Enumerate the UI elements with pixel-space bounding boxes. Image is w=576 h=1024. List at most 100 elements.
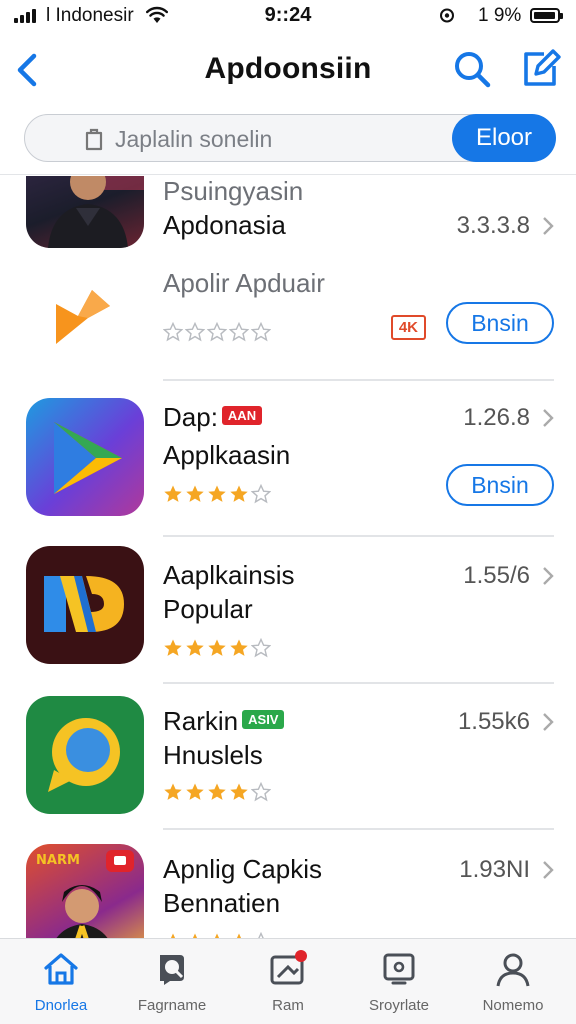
icon-text: NARM <box>36 853 80 868</box>
app-name: Aaplkainsis <box>163 560 295 590</box>
star-empty-icon <box>251 322 271 342</box>
app-size: 1.93NI <box>459 856 530 883</box>
status-bar: l Indonesir 9::24 1 9% <box>0 0 576 34</box>
notification-dot <box>295 950 307 962</box>
star-filled-icon <box>186 485 204 502</box>
star-filled-icon <box>208 639 226 656</box>
row-separator <box>163 828 554 830</box>
app-name: Apdonasia <box>163 210 286 240</box>
app-name: Rarkin <box>163 706 239 736</box>
star-filled-icon <box>164 783 182 800</box>
profile-icon <box>496 953 530 987</box>
app-store-screen: l Indonesir 9::24 1 9% Apdoonsiin Japlal… <box>0 0 576 1024</box>
tab-apps[interactable]: Ram <box>233 949 343 1014</box>
chevron-right-icon <box>543 409 554 427</box>
star-empty-icon <box>207 322 227 342</box>
star-filled-icon <box>230 485 248 502</box>
app-name: Apnlig Capkis <box>163 854 322 884</box>
app-category: Dap: AAN <box>163 402 263 433</box>
search-submit-button[interactable]: Eloor <box>452 114 556 162</box>
list-item[interactable]: Aaplkainsis Popular 1.55/6 <box>0 546 576 686</box>
compose-icon[interactable] <box>518 46 562 90</box>
tab-search[interactable]: Fagrname <box>117 949 227 1014</box>
tab-label: Fagrname <box>137 997 207 1014</box>
app-badge: 4K <box>390 315 426 340</box>
star-filled-icon <box>164 639 182 656</box>
star-empty-icon <box>251 638 271 658</box>
app-list: Psuingyasin Apdonasia 3.3.3.8 Apolir Apd… <box>0 176 576 938</box>
star-filled-icon <box>208 485 226 502</box>
tab-label: Sroyrlate <box>368 997 430 1014</box>
chevron-right-icon <box>543 567 554 585</box>
app-size: 1.55/6 <box>463 562 530 589</box>
star-empty-icon <box>163 322 183 342</box>
get-button[interactable]: Bnsin <box>446 302 554 344</box>
star-empty-icon <box>251 782 271 802</box>
app-category: Bennatien <box>163 888 281 918</box>
app-name-row: Rarkin ASIV <box>163 706 285 737</box>
star-empty-icon <box>229 322 249 342</box>
home-icon <box>44 953 78 985</box>
app-size: 3.3.3.8 <box>456 212 530 239</box>
tab-updates[interactable]: Sroyrlate <box>344 949 454 1014</box>
chat-bubble-icon <box>26 696 144 814</box>
chevron-right-icon <box>543 217 554 235</box>
row-separator <box>163 682 554 684</box>
alarm-icon <box>440 8 454 23</box>
search-input[interactable]: Japlalin sonelin <box>24 114 494 162</box>
app-category: Hnuslels <box>163 740 263 770</box>
star-filled-icon <box>186 783 204 800</box>
tab-bar: Dnorlea Fagrname Ram Sroyrlate Nomemo <box>0 938 576 1024</box>
tab-label: Dnorlea <box>34 997 88 1014</box>
search-tab-icon <box>160 955 184 985</box>
app-category-label: Dap: <box>163 402 218 432</box>
rating-stars <box>163 638 271 658</box>
star-filled-icon <box>208 783 226 800</box>
tab-home[interactable]: Dnorlea <box>6 949 116 1014</box>
tab-label: Ram <box>272 997 304 1014</box>
star-filled-icon <box>230 783 248 800</box>
clipboard-icon <box>85 128 103 151</box>
rating-stars <box>163 484 271 504</box>
rating-stars <box>163 782 271 802</box>
tab-profile[interactable]: Nomemo <box>458 949 568 1014</box>
chevron-right-icon <box>543 713 554 731</box>
play-triangle-icon <box>26 398 144 516</box>
rating-stars <box>163 322 271 342</box>
apps-icon <box>270 950 307 985</box>
navigation-bar: Apdoonsiin <box>0 34 576 106</box>
app-size: 1.26.8 <box>463 404 530 431</box>
star-empty-icon <box>251 484 271 504</box>
updates-icon <box>383 953 415 985</box>
list-item[interactable]: NARM Apnlig Capkis Bennatien 1.93NI <box>0 844 576 938</box>
search-placeholder: Japlalin sonelin <box>115 126 273 152</box>
app-size: 1.55k6 <box>457 708 530 735</box>
row-separator <box>163 535 554 537</box>
person-hat-icon: NARM <box>26 844 144 938</box>
star-filled-icon <box>186 639 204 656</box>
search-row: Japlalin sonelin Eloor <box>0 114 576 175</box>
app-name: Apolir Apduair <box>163 268 325 298</box>
search-divider <box>0 174 576 175</box>
list-item[interactable]: Dap: AAN Applkaasin 1.26.8 Bnsin <box>0 398 576 538</box>
star-filled-icon <box>164 485 182 502</box>
app-badge: ASIV <box>242 710 285 729</box>
orange-arrow-icon <box>26 260 144 378</box>
battery-percent: 1 9% <box>478 5 522 26</box>
letter-n-icon <box>26 546 144 664</box>
search-icon[interactable] <box>450 48 494 92</box>
app-badge: AAN <box>221 406 263 425</box>
app-subtitle: Psuingyasin <box>163 176 304 206</box>
battery-icon <box>530 8 563 23</box>
list-item[interactable]: Rarkin ASIV Hnuslels 1.55k6 <box>0 696 576 836</box>
star-empty-icon <box>185 322 205 342</box>
row-separator <box>163 379 554 381</box>
chevron-right-icon <box>543 861 554 879</box>
person-portrait-icon <box>26 176 144 248</box>
app-name: Applkaasin <box>163 440 291 470</box>
star-filled-icon <box>230 639 248 656</box>
tab-label: Nomemo <box>482 997 544 1014</box>
list-item[interactable]: Apolir Apduair 4K Bnsin <box>0 260 576 380</box>
app-category: Popular <box>163 594 253 624</box>
get-button[interactable]: Bnsin <box>446 464 554 506</box>
